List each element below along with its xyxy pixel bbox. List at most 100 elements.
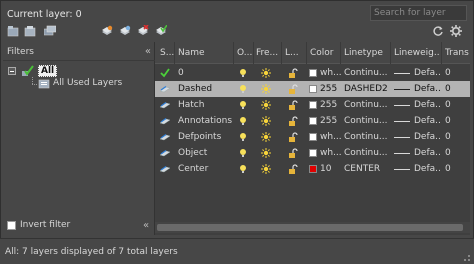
horizontal-scrollbar[interactable] (155, 222, 470, 233)
unlock-icon[interactable] (288, 164, 298, 174)
transparency-value[interactable]: 0 (445, 148, 465, 158)
search-input[interactable]: Search for layer (370, 5, 467, 21)
linetype-value[interactable]: Continu... (344, 116, 390, 126)
lightbulb-on-icon[interactable] (238, 132, 248, 142)
lineweight-value[interactable]: Defa... (414, 100, 441, 110)
color-swatch[interactable] (309, 85, 317, 93)
linetype-value[interactable]: Continu... (344, 100, 390, 110)
linetype-value[interactable]: Continu... (344, 132, 390, 142)
invert-filter-checkbox[interactable]: Invert filter (7, 220, 157, 232)
new-layer-icon[interactable] (101, 25, 113, 37)
transparency-value[interactable]: 0 (445, 100, 465, 110)
column-header-status[interactable]: S... (160, 48, 174, 58)
color-label: 255 (320, 84, 338, 94)
lightbulb-on-icon[interactable] (238, 164, 248, 174)
lightbulb-on-icon[interactable] (238, 116, 248, 126)
table-row[interactable]: Dashed 255 DASHED2 Defa... 0 (155, 81, 470, 97)
lightbulb-on-icon[interactable] (238, 84, 248, 94)
color-swatch[interactable] (309, 101, 317, 109)
table-row[interactable]: 0 wh... Continu... Defa... 0 (155, 65, 470, 81)
color-swatch[interactable] (309, 69, 317, 77)
unlock-icon[interactable] (288, 84, 298, 94)
collapse-pane-icon[interactable]: « (143, 220, 149, 231)
lineweight-value[interactable]: Defa... (414, 132, 441, 142)
color-swatch[interactable] (309, 149, 317, 157)
transparency-value[interactable]: 0 (445, 68, 465, 78)
filter-tree-item-all[interactable]: All (8, 65, 108, 77)
unlock-icon[interactable] (288, 68, 298, 78)
column-header-color[interactable]: Color (310, 48, 340, 58)
linetype-value[interactable]: Continu... (344, 68, 390, 78)
unlock-icon[interactable] (288, 116, 298, 126)
column-separator[interactable] (253, 42, 254, 64)
collapse-filters-icon[interactable]: « (145, 46, 151, 57)
unlock-icon[interactable] (288, 100, 298, 110)
layer-status-icon (160, 164, 170, 174)
linetype-value[interactable]: DASHED2 (344, 84, 390, 94)
table-row[interactable]: Defpoints wh... Continu... Defa... 0 (155, 129, 470, 145)
color-swatch[interactable] (309, 133, 317, 141)
lineweight-value[interactable]: Defa... (414, 164, 441, 174)
thaw-sun-icon[interactable] (261, 84, 271, 94)
transparency-value[interactable]: 0 (445, 116, 465, 126)
thaw-sun-icon[interactable] (261, 100, 271, 110)
unlock-icon[interactable] (288, 132, 298, 142)
linetype-value[interactable]: CENTER (344, 164, 390, 174)
column-separator[interactable] (281, 42, 282, 64)
table-row[interactable]: Hatch 255 Continu... Defa... 0 (155, 97, 470, 113)
transparency-value[interactable]: 0 (445, 84, 465, 94)
table-row[interactable]: Center 10 CENTER Defa... 0 (155, 161, 470, 177)
column-header-linetype[interactable]: Linetype (344, 48, 390, 58)
column-separator[interactable] (306, 42, 307, 64)
column-separator[interactable] (390, 42, 391, 64)
column-header-transparency[interactable]: Trans (445, 48, 470, 58)
column-separator[interactable] (233, 42, 234, 64)
settings-icon[interactable] (450, 25, 462, 37)
filter-all-icon (21, 65, 35, 77)
refresh-icon[interactable] (432, 25, 444, 37)
transparency-value[interactable]: 0 (445, 132, 465, 142)
new-layer-vp-frozen-icon[interactable] (119, 25, 131, 37)
lightbulb-on-icon[interactable] (238, 100, 248, 110)
resize-grip-icon[interactable] (464, 255, 470, 261)
layer-filter-icon (38, 78, 50, 89)
lineweight-value[interactable]: Defa... (414, 84, 441, 94)
layer-name: Object (178, 148, 208, 158)
delete-layer-icon[interactable] (137, 25, 149, 37)
column-header-freeze[interactable]: Fre... (256, 48, 280, 58)
color-swatch[interactable] (309, 117, 317, 125)
layer-states-manager-icon[interactable] (44, 25, 56, 37)
new-group-filter-icon[interactable] (24, 25, 36, 37)
lightbulb-on-icon[interactable] (238, 68, 248, 78)
table-row[interactable]: Object wh... Continu... Defa... 0 (155, 145, 470, 161)
table-row[interactable]: Annotations 255 Continu... Defa... 0 (155, 113, 470, 129)
thaw-sun-icon[interactable] (261, 116, 271, 126)
lightbulb-on-icon[interactable] (238, 148, 248, 158)
transparency-value[interactable]: 0 (445, 164, 465, 174)
lineweight-value[interactable]: Defa... (414, 148, 441, 158)
thaw-sun-icon[interactable] (261, 132, 271, 142)
thaw-sun-icon[interactable] (261, 164, 271, 174)
color-swatch[interactable] (309, 165, 317, 173)
column-separator[interactable] (340, 42, 341, 64)
lineweight-line (394, 169, 410, 170)
unlock-icon[interactable] (288, 148, 298, 158)
thaw-sun-icon[interactable] (261, 148, 271, 158)
scrollbar-thumb[interactable] (157, 224, 463, 231)
thaw-sun-icon[interactable] (261, 68, 271, 78)
new-property-filter-icon[interactable] (7, 25, 19, 37)
column-header-on[interactable]: O... (237, 48, 253, 58)
lineweight-value[interactable]: Defa... (414, 116, 441, 126)
filter-tree-item-all-used-layers[interactable]: All Used Layers (38, 78, 153, 90)
linetype-value[interactable]: Continu... (344, 148, 390, 158)
column-header-lock[interactable]: L... (285, 48, 303, 58)
checkbox-box[interactable] (7, 221, 16, 230)
color-label: 255 (320, 116, 338, 126)
set-current-icon[interactable] (155, 25, 167, 37)
column-separator[interactable] (441, 42, 442, 64)
collapse-node-icon[interactable] (8, 67, 16, 75)
lineweight-value[interactable]: Defa... (414, 68, 441, 78)
column-header-name[interactable]: Name (178, 48, 230, 58)
column-header-lineweight[interactable]: Lineweig... (394, 48, 440, 58)
column-separator[interactable] (174, 42, 175, 64)
